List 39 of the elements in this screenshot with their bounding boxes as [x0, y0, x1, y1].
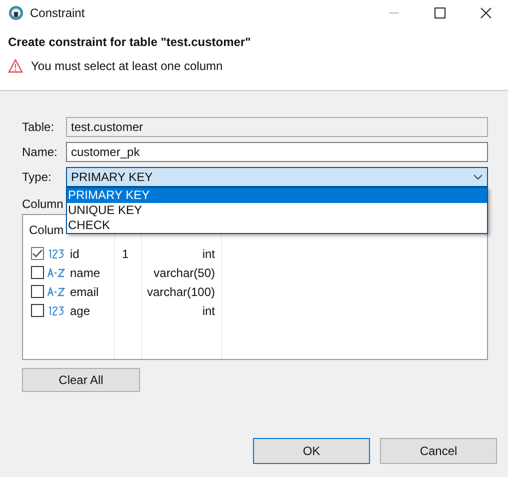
- type-dropdown[interactable]: PRIMARY KEY: [66, 167, 488, 187]
- name-field[interactable]: customer_pk: [66, 142, 488, 162]
- table-cell: email: [70, 284, 99, 298]
- checkbox[interactable]: [31, 247, 44, 260]
- table-field: test.customer: [66, 117, 488, 137]
- table-cell: id: [70, 246, 80, 260]
- text-type-icon: [47, 286, 67, 296]
- dialog-heading: Create constraint for table "test.customer": [8, 35, 252, 49]
- dropdown-option[interactable]: CHECK: [67, 218, 487, 233]
- chevron-icon: [473, 174, 483, 180]
- warning-icon: [8, 59, 23, 73]
- field-label: Type:: [22, 170, 52, 184]
- window-title: Constraint: [30, 6, 85, 20]
- dropdown-option[interactable]: UNIQUE KEY: [67, 203, 487, 218]
- maximize-icon[interactable]: [434, 6, 446, 18]
- columns-label: Column: [22, 197, 64, 211]
- warning-message: You must select at least one column: [31, 59, 223, 73]
- table-cell: name: [70, 266, 100, 280]
- checkbox[interactable]: [31, 304, 44, 317]
- ok-button[interactable]: OK: [253, 438, 370, 464]
- app-icon: [8, 4, 24, 20]
- table-cell: int: [202, 304, 215, 318]
- cancel-button[interactable]: Cancel: [380, 438, 497, 464]
- table-cell: int: [202, 246, 215, 260]
- numeric-type-icon: [47, 248, 67, 258]
- table-cell: varchar(100): [146, 284, 215, 298]
- checkbox[interactable]: [31, 266, 44, 279]
- clear-all-button[interactable]: Clear All: [22, 368, 140, 392]
- text-type-icon: [47, 268, 67, 278]
- dropdown-option[interactable]: PRIMARY KEY: [67, 188, 487, 203]
- close-icon[interactable]: [480, 6, 492, 18]
- table-cell: 1: [122, 246, 129, 260]
- table-cell: age: [70, 304, 90, 318]
- column-header[interactable]: Colum: [29, 222, 64, 236]
- field-label: Name:: [22, 145, 58, 159]
- numeric-type-icon: [47, 306, 67, 316]
- checkbox[interactable]: [31, 285, 44, 298]
- field-label: Table:: [22, 120, 56, 134]
- table-cell: varchar(50): [154, 266, 215, 280]
